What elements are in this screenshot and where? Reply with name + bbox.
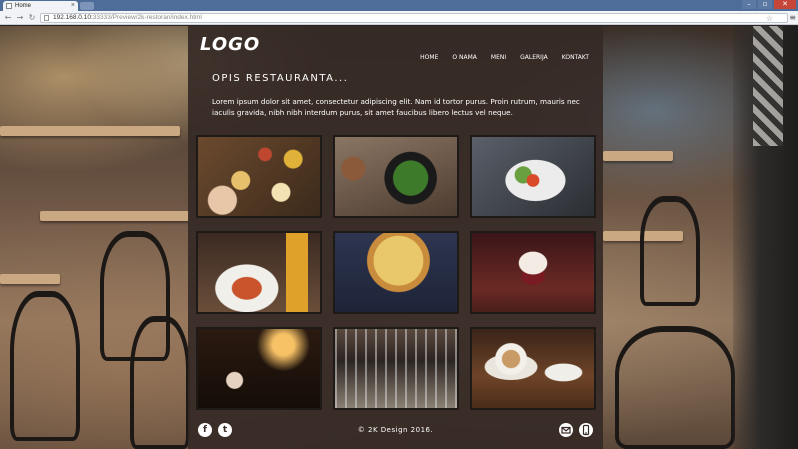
envelope-glyph	[561, 426, 571, 434]
nav-item-galerija[interactable]: GALERIJA	[520, 54, 548, 61]
reload-button[interactable]: ↻	[27, 13, 37, 23]
background-chair	[615, 326, 735, 449]
background-table	[0, 126, 180, 136]
nav-item-o-nama[interactable]: O NAMA	[452, 54, 477, 61]
browser-tab-home[interactable]: Home ×	[3, 1, 78, 11]
url-path: 33333/Preview/2k-restoran/index.html	[92, 14, 202, 21]
salad-image	[335, 137, 457, 216]
gallery-photo-pizza[interactable]	[333, 231, 459, 314]
gallery-photo-wine-bar[interactable]	[196, 327, 322, 410]
background-chair	[10, 291, 80, 441]
background-chair	[640, 196, 700, 306]
window-minimize-button[interactable]: –	[742, 0, 756, 9]
window-close-button[interactable]: ✕	[774, 0, 796, 9]
back-button[interactable]: ←	[3, 13, 13, 23]
bookmark-star-icon[interactable]: ☆	[766, 15, 773, 23]
wine-glasses-image	[335, 329, 457, 408]
pizza-image	[335, 233, 457, 312]
gallery-photo-tapas[interactable]	[196, 135, 322, 218]
nav-item-meni[interactable]: MENI	[491, 54, 506, 61]
nav-item-kontakt[interactable]: KONTAKT	[562, 54, 589, 61]
reload-icon: ↻	[28, 13, 36, 22]
new-tab-button[interactable]	[80, 2, 94, 10]
coffee-image	[472, 329, 594, 408]
intro-title: OPIS RESTAURANTA...	[212, 73, 349, 84]
address-bar[interactable]: 192.168.0.10:33333/Preview/2k-restoran/i…	[40, 13, 788, 23]
site-footer: f t © 2K Design 2016.	[188, 423, 603, 447]
background-pillar	[733, 26, 798, 449]
wine-bar-image	[198, 329, 320, 408]
browser-toolbar: ← → ↻ 192.168.0.10:33333/Preview/2k-rest…	[0, 11, 798, 25]
intro-text: Lorem ipsum dolor sit amet, consectetur …	[212, 97, 580, 117]
gallery-photo-wine-glasses[interactable]	[333, 327, 459, 410]
window-maximize-button[interactable]: ▫	[758, 0, 772, 9]
dessert-image	[472, 233, 594, 312]
browser-menu-icon[interactable]: ≡	[789, 13, 796, 22]
gallery-photo-dessert[interactable]	[470, 231, 596, 314]
background-table	[40, 211, 190, 221]
background-table	[0, 274, 60, 284]
tab-close-icon[interactable]: ×	[71, 1, 75, 11]
phone-icon[interactable]	[579, 423, 593, 437]
browser-tabbar: Home × – ▫ ✕	[0, 0, 798, 11]
arrow-left-icon: ←	[4, 13, 12, 22]
tab-title: Home	[15, 3, 32, 9]
background-table	[603, 151, 673, 161]
nav-item-home[interactable]: HOME	[420, 54, 438, 61]
page-favicon-icon	[6, 3, 12, 9]
gallery-photo-salad[interactable]	[333, 135, 459, 218]
page-icon	[44, 15, 49, 21]
gallery-photo-pasta[interactable]	[196, 231, 322, 314]
tapas-image	[198, 137, 320, 216]
forward-button[interactable]: →	[15, 13, 25, 23]
site-logo[interactable]: LOGO	[200, 34, 260, 55]
background-chair	[130, 316, 190, 449]
gallery-photo-coffee[interactable]	[470, 327, 596, 410]
main-nav: HOME O NAMA MENI GALERIJA KONTAKT	[406, 54, 589, 61]
envelope-icon[interactable]	[559, 423, 573, 437]
website-panel: LOGO HOME O NAMA MENI GALERIJA KONTAKT O…	[188, 26, 603, 449]
phone-glyph	[582, 424, 590, 436]
copyright-text: © 2K Design 2016.	[357, 426, 434, 434]
tomato-salad-image	[472, 137, 594, 216]
gallery-photo-tomato-salad[interactable]	[470, 135, 596, 218]
pasta-beer-image	[198, 233, 320, 312]
url-host: 192.168.0.10:	[53, 14, 93, 21]
arrow-right-icon: →	[16, 13, 24, 22]
